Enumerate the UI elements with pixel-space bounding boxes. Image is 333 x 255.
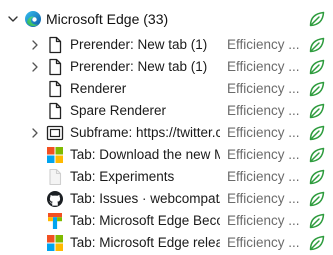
page-icon (49, 36, 62, 54)
efficiency-leaf-icon (309, 11, 325, 27)
page-icon (49, 58, 62, 76)
efficiency-status: Efficiency ... (227, 37, 300, 52)
chevron-right-icon[interactable] (28, 126, 42, 140)
efficiency-leaf-icon (309, 147, 325, 163)
efficiency-leaf-icon (309, 125, 325, 141)
chevron-right-icon[interactable] (28, 38, 42, 52)
page-icon (49, 102, 62, 120)
process-group-header[interactable]: Microsoft Edge (33) (0, 9, 333, 31)
efficiency-leaf-icon (309, 213, 325, 229)
chevron-down-icon[interactable] (6, 12, 20, 26)
process-name: Renderer (70, 81, 127, 96)
process-name: Tab: Microsoft Edge releas... (70, 235, 220, 250)
process-row[interactable]: Spare Renderer Efficiency ... (0, 101, 333, 123)
process-row[interactable]: Tab: Experiments Efficiency ... (0, 167, 333, 189)
process-name: Tab: Experiments (70, 169, 175, 184)
process-name: Tab: Download the new M... (70, 147, 220, 162)
process-row[interactable]: Renderer Efficiency ... (0, 79, 333, 101)
efficiency-leaf-icon (309, 59, 325, 75)
blank-page-icon (49, 168, 62, 186)
github-icon (47, 191, 63, 207)
efficiency-leaf-icon (309, 103, 325, 119)
efficiency-leaf-icon (309, 169, 325, 185)
efficiency-leaf-icon (309, 191, 325, 207)
efficiency-status: Efficiency ... (227, 81, 300, 96)
subframe-icon (46, 125, 64, 141)
efficiency-status: Efficiency ... (227, 59, 300, 74)
efficiency-status: Efficiency ... (227, 147, 300, 162)
microsoft-logo-icon (47, 147, 63, 163)
process-row[interactable]: Prerender: New tab (1) Efficiency ... (0, 57, 333, 79)
chevron-right-icon[interactable] (28, 60, 42, 74)
process-group-title: Microsoft Edge (33) (46, 11, 169, 27)
process-row[interactable]: Tab: Issues · webcompat/... Efficiency .… (0, 189, 333, 211)
process-name: Spare Renderer (70, 103, 167, 118)
efficiency-status: Efficiency ... (227, 125, 300, 140)
process-name: Prerender: New tab (1) (70, 59, 208, 74)
process-row[interactable]: Prerender: New tab (1) Efficiency ... (0, 35, 333, 57)
process-row[interactable]: Subframe: https://twitter.c... Efficienc… (0, 123, 333, 145)
efficiency-status: Efficiency ... (227, 191, 300, 206)
edge-logo-icon (25, 11, 41, 27)
microsoft-logo-icon (47, 235, 63, 251)
process-name: Tab: Issues · webcompat/... (70, 191, 220, 206)
process-name: Subframe: https://twitter.c... (70, 125, 220, 140)
efficiency-leaf-icon (309, 37, 325, 53)
efficiency-status: Efficiency ... (227, 213, 300, 228)
efficiency-status: Efficiency ... (227, 103, 300, 118)
page-icon (49, 80, 62, 98)
process-row[interactable]: Tab: Download the new M... Efficiency ..… (0, 145, 333, 167)
task-manager-panel: Microsoft Edge (33) Prerender: New tab (… (0, 0, 333, 255)
efficiency-status: Efficiency ... (227, 235, 300, 250)
process-row[interactable]: Tab: Microsoft Edge Beco... Efficiency .… (0, 211, 333, 233)
edge-blog-icon (48, 213, 62, 229)
process-name: Prerender: New tab (1) (70, 37, 208, 52)
efficiency-leaf-icon (309, 235, 325, 251)
process-row[interactable]: Tab: Microsoft Edge releas... Efficiency… (0, 233, 333, 255)
process-name: Tab: Microsoft Edge Beco... (70, 213, 220, 228)
efficiency-leaf-icon (309, 81, 325, 97)
efficiency-status: Efficiency ... (227, 169, 300, 184)
